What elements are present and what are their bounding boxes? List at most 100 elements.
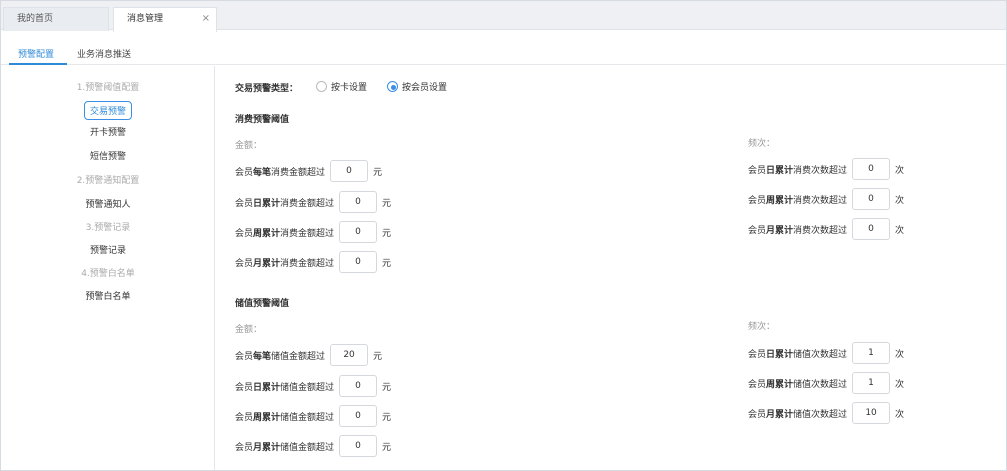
sidebar-item-label: 短信预警 (89, 152, 126, 162)
label-suffix: 储值金额超过 (280, 382, 335, 393)
stored-daily-amount-input[interactable]: 0 (339, 375, 378, 397)
consume-monthly-count-input[interactable]: 0 (852, 218, 891, 240)
consume-weekly-amount-row: 会员周累计消费金额超过 0 元 (235, 221, 391, 243)
unit-label: 次 (895, 195, 905, 206)
label-prefix: 会员 (235, 167, 254, 178)
consume-monthly-amount-row: 会员月累计消费金额超过 0 元 (235, 251, 391, 273)
stored-monthly-count-input[interactable]: 10 (852, 402, 891, 424)
stored-per-transaction-input[interactable]: 20 (330, 344, 369, 366)
unit-label: 元 (382, 382, 392, 393)
unit-label: 次 (895, 349, 905, 360)
stored-daily-count-input[interactable]: 1 (852, 342, 891, 364)
unit-label: 元 (382, 228, 392, 239)
tab-home-label: 我的首页 (17, 14, 54, 24)
label-prefix: 会员 (235, 228, 254, 239)
subtab-business-push[interactable]: 业务消息推送 (77, 47, 131, 60)
stored-daily-amount-row: 会员日累计储值金额超过 0 元 (235, 375, 391, 397)
label-period: 月累计 (766, 409, 794, 420)
tab-message-management[interactable]: 消息管理 × (113, 7, 217, 32)
tab-message-management-label: 消息管理 (127, 14, 164, 24)
label-prefix: 会员 (235, 382, 254, 393)
field-label: 会员月累计储值次数超过 (748, 407, 847, 420)
label-suffix: 储值次数超过 (793, 349, 848, 360)
stored-daily-count-row: 会员日累计储值次数超过 1 次 (748, 342, 904, 364)
label-period: 日累计 (253, 198, 281, 209)
field-label: 会员日累计消费金额超过 (235, 196, 334, 209)
label-prefix: 会员 (748, 379, 767, 390)
sidebar-group-label: 3.预警记录 (85, 223, 131, 233)
stored-monthly-amount-input[interactable]: 0 (339, 435, 378, 457)
sub-tabbar: 预警配置 业务消息推送 (1, 30, 1006, 65)
label-suffix: 消费金额超过 (280, 228, 335, 239)
label-suffix: 储值金额超过 (271, 351, 326, 362)
stored-section-title: 储值预警阈值 (235, 299, 290, 309)
consume-daily-count-input[interactable]: 0 (852, 158, 891, 180)
consume-daily-amount-row: 会员日累计消费金额超过 0 元 (235, 191, 391, 213)
label-period: 日累计 (766, 349, 794, 360)
transaction-type-radio-group: 按卡设置 按会员设置 (316, 80, 447, 93)
field-label: 会员周累计消费次数超过 (748, 193, 847, 206)
label-suffix: 储值次数超过 (793, 409, 848, 420)
label-period: 周累计 (253, 228, 281, 239)
unit-label: 次 (895, 225, 905, 236)
close-icon[interactable]: × (202, 8, 210, 30)
label-period: 每笔 (253, 167, 272, 178)
radio-unchecked-icon[interactable] (316, 81, 327, 92)
stored-per-transaction-row: 会员每笔储值金额超过 20 元 (235, 344, 382, 366)
stored-weekly-amount-input[interactable]: 0 (339, 405, 378, 427)
label-period: 月累计 (766, 225, 794, 236)
label-prefix: 会员 (748, 195, 767, 206)
label-suffix: 消费次数超过 (793, 165, 848, 176)
consume-weekly-amount-input[interactable]: 0 (339, 221, 378, 243)
field-label: 会员每笔消费金额超过 (235, 165, 325, 178)
radio-by-card[interactable]: 按卡设置 (316, 80, 367, 93)
subtab-alert-config[interactable]: 预警配置 (18, 47, 54, 60)
label-period: 周累计 (766, 195, 794, 206)
stored-weekly-count-input[interactable]: 1 (852, 372, 891, 394)
field-label: 会员周累计消费金额超过 (235, 226, 334, 239)
field-label: 会员日累计消费次数超过 (748, 163, 847, 176)
stored-count-header: 频次： (748, 322, 776, 332)
consume-per-transaction-input[interactable]: 0 (330, 160, 369, 182)
field-label: 会员月累计消费金额超过 (235, 256, 334, 269)
sidebar-item-sms-alert[interactable]: 短信预警 (1, 149, 215, 162)
label-prefix: 会员 (235, 258, 254, 269)
label-prefix: 会员 (235, 351, 254, 362)
page-tabbar: 我的首页 消息管理 × (1, 1, 1006, 32)
label-suffix: 储值金额超过 (280, 412, 335, 423)
radio-checked-icon[interactable] (387, 81, 399, 92)
unit-label: 元 (382, 442, 392, 453)
sidebar: 1.预警阈值配置 交易预警 开卡预警 短信预警 2.预警通知配置 预警通知人 3… (1, 66, 215, 470)
consume-daily-count-row: 会员日累计消费次数超过 0 次 (748, 158, 904, 180)
label-prefix: 会员 (235, 198, 254, 209)
sidebar-item-label: 预警白名单 (85, 292, 131, 302)
label-suffix: 消费次数超过 (793, 225, 848, 236)
unit-label: 元 (382, 412, 392, 423)
label-suffix: 消费金额超过 (271, 167, 326, 178)
radio-by-member-label: 按会员设置 (402, 83, 448, 93)
label-period: 日累计 (253, 382, 281, 393)
consume-daily-amount-input[interactable]: 0 (339, 191, 378, 213)
tab-home[interactable]: 我的首页 (3, 7, 109, 31)
stored-monthly-count-row: 会员月累计储值次数超过 10 次 (748, 402, 904, 424)
field-label: 会员日累计储值次数超过 (748, 347, 847, 360)
unit-label: 元 (373, 167, 383, 178)
transaction-type-label: 交易预警类型： (235, 84, 299, 94)
label-prefix: 会员 (235, 412, 254, 423)
label-suffix: 消费金额超过 (280, 198, 335, 209)
consume-monthly-amount-input[interactable]: 0 (339, 251, 378, 273)
consume-weekly-count-input[interactable]: 0 (852, 188, 891, 210)
sidebar-item-transaction-alert[interactable]: 交易预警 (1, 101, 215, 120)
field-label: 会员周累计储值次数超过 (748, 377, 847, 390)
sidebar-item-notify-person[interactable]: 预警通知人 (1, 197, 215, 210)
sidebar-item-label: 开卡预警 (89, 128, 126, 138)
unit-label: 次 (895, 379, 905, 390)
sidebar-item-label: 预警通知人 (85, 200, 131, 210)
radio-by-member[interactable]: 按会员设置 (387, 80, 447, 93)
sidebar-item-alert-record[interactable]: 预警记录 (1, 243, 215, 256)
main-panel: 交易预警类型： 按卡设置 按会员设置 消费预警阈值 金额： 频次： 会员每笔消费… (216, 66, 1006, 470)
consume-per-transaction-row: 会员每笔消费金额超过 0 元 (235, 160, 382, 182)
sidebar-item-card-open-alert[interactable]: 开卡预警 (1, 125, 215, 138)
label-period: 周累计 (766, 379, 794, 390)
sidebar-item-whitelist[interactable]: 预警白名单 (1, 289, 215, 302)
